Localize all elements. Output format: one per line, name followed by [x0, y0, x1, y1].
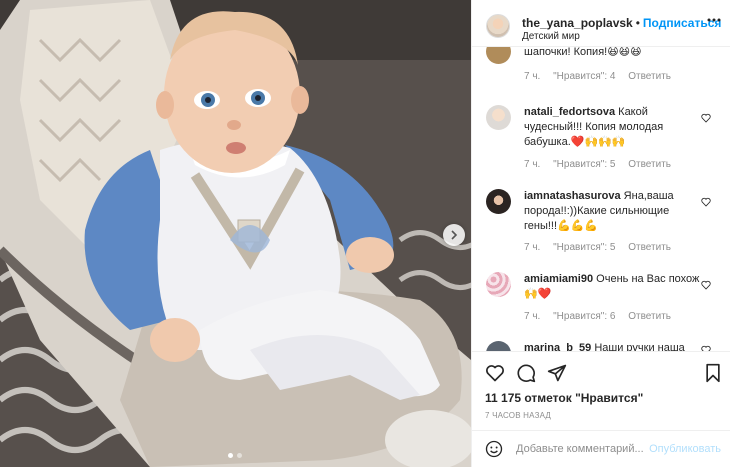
comment-bubble-icon[interactable]: [516, 363, 536, 383]
like-heart-icon[interactable]: [485, 363, 505, 383]
comment-time[interactable]: 7 ч.: [524, 71, 540, 82]
reply-button[interactable]: Ответить: [628, 311, 671, 322]
comment-meta: 7 ч. "Нравится": 5 Ответить: [524, 159, 681, 170]
baby-in-bouncer-image: [0, 0, 471, 467]
chevron-right-icon: [451, 230, 458, 240]
author-line: the_yana_poplavsk • Подписаться: [522, 16, 721, 30]
commenter-avatar[interactable]: [486, 189, 511, 214]
author-avatar[interactable]: [486, 14, 510, 38]
comment-likes[interactable]: "Нравится": 5: [553, 242, 615, 253]
commenter-avatar[interactable]: [486, 341, 511, 351]
comment-input[interactable]: [516, 439, 646, 459]
carousel-dot-active: [228, 453, 233, 458]
commenter-avatar[interactable]: [486, 47, 511, 64]
comment-meta: 7 ч. "Нравится": 4 Ответить: [524, 71, 681, 82]
heart-icon[interactable]: [701, 113, 711, 123]
post-location[interactable]: Детский мир: [522, 31, 580, 42]
commenter-username[interactable]: marina_b_59: [524, 342, 591, 351]
comment-likes[interactable]: "Нравится": 4: [553, 71, 615, 82]
comment-body: Наши ручки наша: [594, 342, 685, 351]
next-photo-button[interactable]: [443, 224, 465, 246]
comment-text: iamnatashasurova Яна,ваша порода!!:))Как…: [524, 189, 702, 234]
commenter-username[interactable]: natali_fedortsova: [524, 106, 615, 118]
heart-icon[interactable]: [701, 280, 711, 290]
post-photo[interactable]: [0, 0, 471, 467]
comments-list[interactable]: шапочки! Копия!😆😆😆 7 ч. "Нравится": 4 От…: [472, 47, 730, 351]
reply-button[interactable]: Ответить: [628, 159, 671, 170]
commenter-avatar[interactable]: [486, 105, 511, 130]
reply-button[interactable]: Ответить: [628, 242, 671, 253]
commenter-username[interactable]: iamnatashasurova: [524, 190, 621, 202]
likes-count[interactable]: 11 175 отметок "Нравится": [485, 391, 643, 405]
comment-meta: 7 ч. "Нравится": 6 Ответить: [524, 311, 681, 322]
author-username[interactable]: the_yana_poplavsk: [522, 16, 633, 30]
more-options-icon[interactable]: [707, 18, 721, 22]
add-comment-bar: Опубликовать: [472, 430, 730, 467]
comment-time[interactable]: 7 ч.: [524, 159, 540, 170]
carousel-dots: [228, 453, 242, 458]
publish-button[interactable]: Опубликовать: [649, 443, 721, 455]
comment-text: шапочки! Копия!😆😆😆: [524, 47, 702, 60]
reply-button[interactable]: Ответить: [628, 71, 671, 82]
comment-text: amiamiami90 Очень на Вас похож🙌❤️: [524, 272, 702, 302]
comment-body: шапочки! Копия!😆😆😆: [524, 47, 642, 58]
comment-likes[interactable]: "Нравится": 5: [553, 159, 615, 170]
post-time[interactable]: 7 ЧАСОВ НАЗАД: [485, 411, 551, 420]
heart-icon[interactable]: [701, 197, 711, 207]
emoji-smiley-icon[interactable]: [485, 440, 503, 458]
comment-text: natali_fedortsova Какой чудесный!!! Копи…: [524, 105, 702, 150]
comment-text: marina_b_59 Наши ручки наша: [524, 341, 702, 351]
share-paper-plane-icon[interactable]: [547, 363, 567, 383]
separator-dot: •: [635, 16, 640, 30]
bookmark-icon[interactable]: [703, 363, 723, 383]
comment-meta: 7 ч. "Нравится": 5 Ответить: [524, 242, 681, 253]
comment-likes[interactable]: "Нравится": 6: [553, 311, 615, 322]
commenter-username[interactable]: amiamiami90: [524, 273, 593, 285]
carousel-dot: [237, 453, 242, 458]
post-header: the_yana_poplavsk • Подписаться Детский ми…: [472, 0, 730, 47]
comment-time[interactable]: 7 ч.: [524, 311, 540, 322]
commenter-avatar[interactable]: [486, 272, 511, 297]
post-actions: 11 175 отметок "Нравится" 7 ЧАСОВ НАЗАД …: [472, 351, 730, 466]
comment-time[interactable]: 7 ч.: [524, 242, 540, 253]
post-side-panel: the_yana_poplavsk • Подписаться Детский ми…: [471, 0, 730, 467]
